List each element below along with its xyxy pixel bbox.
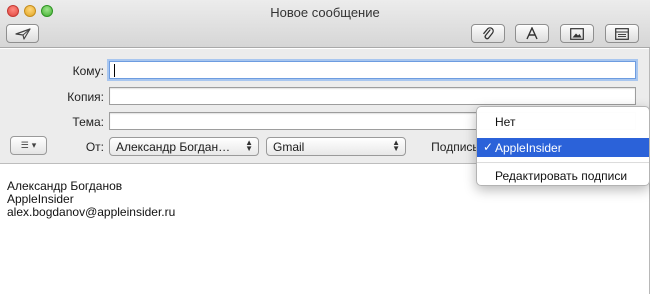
menu-item-none[interactable]: Нет: [477, 112, 649, 131]
signature-dropdown-menu: Нет ✓ AppleInsider Редактировать подписи: [476, 106, 650, 186]
attach-icon: [483, 26, 494, 39]
menu-item-label: Нет: [495, 115, 516, 129]
body-line: alex.bogdanov@appleinsider.ru: [7, 205, 176, 219]
from-popup[interactable]: Александр Богдан… ▲ ▼: [109, 137, 259, 156]
checkmark-icon: ✓: [483, 140, 494, 154]
title-bar: Новое сообщение: [0, 0, 650, 48]
menu-item-label: Редактировать подписи: [495, 169, 628, 183]
format-fonts-button[interactable]: [515, 24, 549, 43]
font-icon: [526, 27, 538, 40]
to-field[interactable]: [109, 61, 636, 79]
photo-browser-icon: [570, 27, 584, 40]
menu-item-edit-signatures[interactable]: Редактировать подписи: [477, 166, 649, 185]
menu-separator: [477, 162, 649, 163]
from-value: Александр Богдан…: [116, 140, 231, 154]
stationery-icon: [615, 27, 629, 40]
account-value: Gmail: [273, 140, 305, 154]
text-caret: [114, 64, 115, 77]
send-button[interactable]: [6, 24, 39, 43]
cc-field[interactable]: [109, 87, 636, 105]
header-fields-menu-button[interactable]: ☰ ▾: [10, 136, 47, 155]
list-icon: ☰: [20, 140, 29, 150]
compose-window: Новое сообщение Кому: Копия: Тема: ☰ ▾ О…: [0, 0, 650, 294]
menu-item-appleinsider[interactable]: ✓ AppleInsider: [477, 138, 649, 157]
cc-label: Копия:: [67, 90, 104, 104]
subject-label: Тема:: [72, 115, 104, 129]
signature-label: Подпись:: [431, 140, 482, 154]
from-label: От:: [85, 140, 104, 154]
window-title: Новое сообщение: [270, 5, 380, 20]
photo-browser-button[interactable]: [560, 24, 594, 43]
stationery-button[interactable]: [605, 24, 639, 43]
menu-item-label: AppleInsider: [495, 141, 562, 155]
chevron-down-icon: ▾: [31, 140, 37, 150]
up-down-arrows-icon: ▲ ▼: [392, 138, 400, 153]
account-popup[interactable]: Gmail ▲ ▼: [266, 137, 406, 156]
attach-button[interactable]: [471, 24, 505, 43]
to-label: Кому:: [72, 64, 104, 78]
up-down-arrows-icon: ▲ ▼: [245, 138, 253, 153]
message-body[interactable]: Александр Богданов AppleInsider alex.bog…: [7, 180, 175, 219]
send-icon: [14, 27, 31, 40]
